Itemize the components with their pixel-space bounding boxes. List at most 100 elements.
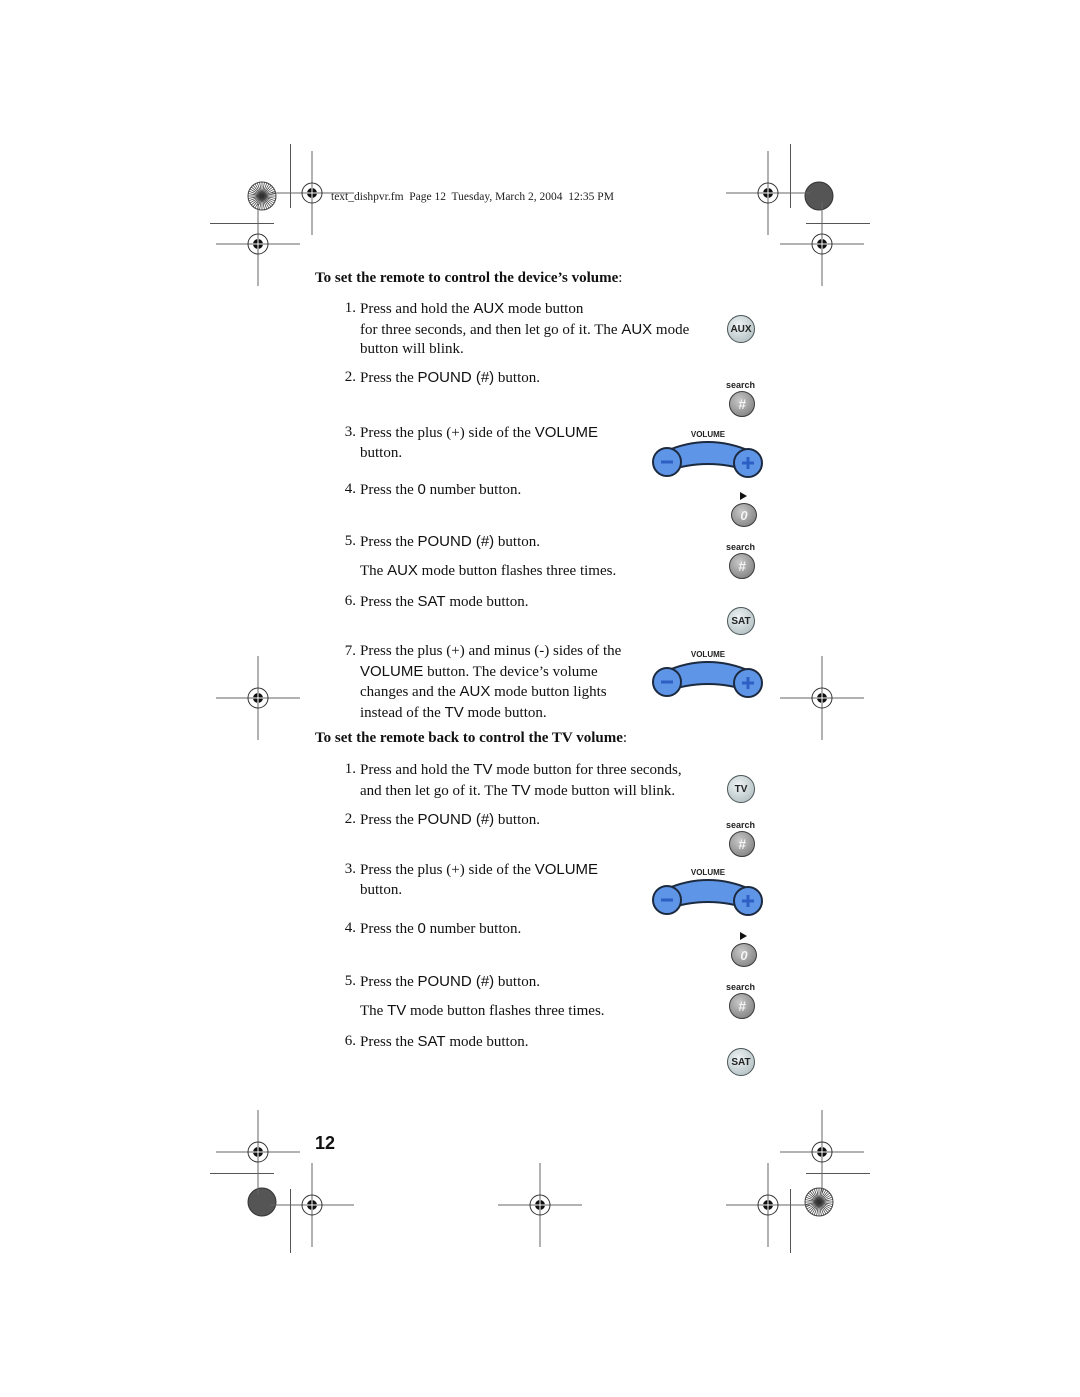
text: button.	[494, 974, 541, 990]
step-text: Press the POUND (#) button.	[360, 810, 540, 831]
step-number: 5.	[344, 533, 356, 549]
text: button.	[494, 370, 541, 386]
volume-plus-icon	[733, 668, 763, 698]
section-title-text: To set the remote to control the device’…	[315, 270, 619, 286]
step-text: button.	[360, 444, 403, 461]
section-title-tv-volume: To set the remote back to control the TV…	[315, 730, 627, 747]
keyword: TV	[473, 761, 493, 778]
volume-label: VOLUME	[691, 868, 726, 877]
zero-button-icon: 0	[731, 503, 757, 527]
text: and then let go of it. The	[360, 782, 512, 799]
search-label: search	[726, 380, 756, 390]
text: mode button lights	[490, 684, 607, 700]
section-title-colon: :	[622, 730, 628, 746]
text: mode button	[504, 301, 584, 317]
keyword: VOLUME	[534, 424, 599, 441]
volume-plus-icon	[733, 448, 763, 478]
step-note: The AUX mode button flashes three times.	[360, 562, 616, 580]
step-number: 6.	[344, 1033, 356, 1049]
keyword: SAT	[417, 1033, 446, 1050]
text: Press the	[360, 370, 418, 386]
keyword: POUND (#)	[417, 533, 495, 550]
volume-rocker-icon: VOLUME	[650, 648, 766, 710]
step-text: Press the plus (+) side of the VOLUME	[360, 860, 598, 881]
step-text: VOLUME button. The device’s volume	[360, 662, 621, 683]
step-item: 1. Press and hold the TV mode button for…	[338, 760, 682, 801]
keyword: AUX	[387, 562, 418, 579]
registration-crosshair-icon	[216, 202, 300, 286]
step-item: 4. Press the 0 number button.	[338, 480, 522, 501]
keyword: AUX	[621, 320, 653, 338]
registration-crosshair-icon	[726, 1163, 810, 1247]
step-text: changes and the AUX mode button lights	[360, 682, 621, 703]
volume-minus-icon	[652, 447, 682, 477]
page-number: 12	[315, 1133, 336, 1153]
volume-minus-icon	[652, 885, 682, 915]
step-text: button will blink.	[360, 341, 464, 357]
step-item: 6. Press the SAT mode button.	[338, 592, 529, 613]
text: number button.	[425, 482, 522, 498]
registration-crosshair-icon	[216, 656, 300, 740]
keyword: TV	[444, 703, 464, 721]
text: Press the	[360, 482, 418, 498]
text: Press and hold the	[360, 301, 474, 317]
search-label: search	[726, 982, 756, 992]
step-number: 3.	[344, 861, 356, 877]
text: Press the	[360, 812, 418, 828]
volume-plus-icon	[733, 886, 763, 916]
text: button.	[494, 534, 541, 550]
text: button. The device’s volume	[423, 663, 598, 680]
step-number: 4.	[344, 920, 356, 936]
section-title-device-volume: To set the remote to control the device’…	[315, 270, 622, 287]
step-text: Press the SAT mode button.	[360, 592, 528, 613]
step-number: 2.	[344, 811, 356, 827]
registration-crosshair-icon	[780, 656, 864, 740]
text: mode button flashes three times.	[406, 1003, 605, 1019]
volume-rocker-icon: VOLUME	[650, 866, 766, 928]
step-text: and then let go of it. The TV mode butto…	[360, 781, 682, 802]
step-number: 2.	[344, 369, 356, 385]
file-info-header: text_dishpvr.fm Page 12 Tuesday, March 2…	[331, 191, 614, 203]
sat-mode-button-icon: SAT	[727, 607, 755, 635]
text: Press the	[360, 534, 418, 550]
play-arrow-icon	[740, 932, 747, 940]
text: Press the plus (+) side of the	[360, 862, 535, 878]
text: mode button.	[463, 704, 547, 721]
aux-mode-button-icon: AUX	[727, 315, 755, 343]
step-item: 1. Press and hold the AUX mode button fo…	[338, 299, 690, 360]
step-text: Press the 0 number button.	[360, 919, 521, 940]
keyword: TV	[387, 1002, 407, 1019]
registration-crosshair-icon	[780, 202, 864, 286]
step-text: Press the plus (+) and minus (-) sides o…	[360, 643, 622, 659]
volume-rocker-icon: VOLUME	[650, 428, 766, 490]
volume-minus-icon	[652, 667, 682, 697]
step-text: instead of the TV mode button.	[360, 703, 621, 724]
step-text: Press the plus (+) side of the VOLUME	[360, 423, 598, 444]
keyword: AUX	[459, 683, 491, 700]
text: for three seconds, and then let go of it…	[360, 321, 622, 338]
text: Press and hold the	[360, 762, 474, 778]
text: changes and the	[360, 684, 460, 700]
step-item: 5. Press the POUND (#) button.	[338, 972, 540, 993]
step-number: 5.	[344, 973, 356, 989]
registration-crosshair-icon	[270, 1163, 354, 1247]
keyword: POUND (#)	[417, 973, 495, 990]
search-label: search	[726, 820, 756, 830]
step-number: 1.	[344, 300, 356, 316]
keyword: AUX	[473, 300, 505, 317]
text: The	[360, 563, 388, 579]
keyword: 0	[417, 920, 426, 937]
text: The	[360, 1003, 388, 1019]
pound-button-icon: #	[729, 553, 755, 579]
zero-button-icon: 0	[731, 943, 757, 967]
step-number: 4.	[344, 481, 356, 497]
text: button.	[494, 812, 541, 828]
text: mode button.	[445, 594, 529, 610]
step-number: 7.	[344, 643, 356, 659]
text: mode button.	[445, 1034, 529, 1050]
text: instead of the	[360, 704, 445, 721]
text: mode button flashes three times.	[417, 563, 617, 579]
step-item: 3. Press the plus (+) side of the VOLUME…	[338, 860, 598, 900]
pound-button-icon: #	[729, 391, 755, 417]
text: mode	[652, 321, 690, 338]
